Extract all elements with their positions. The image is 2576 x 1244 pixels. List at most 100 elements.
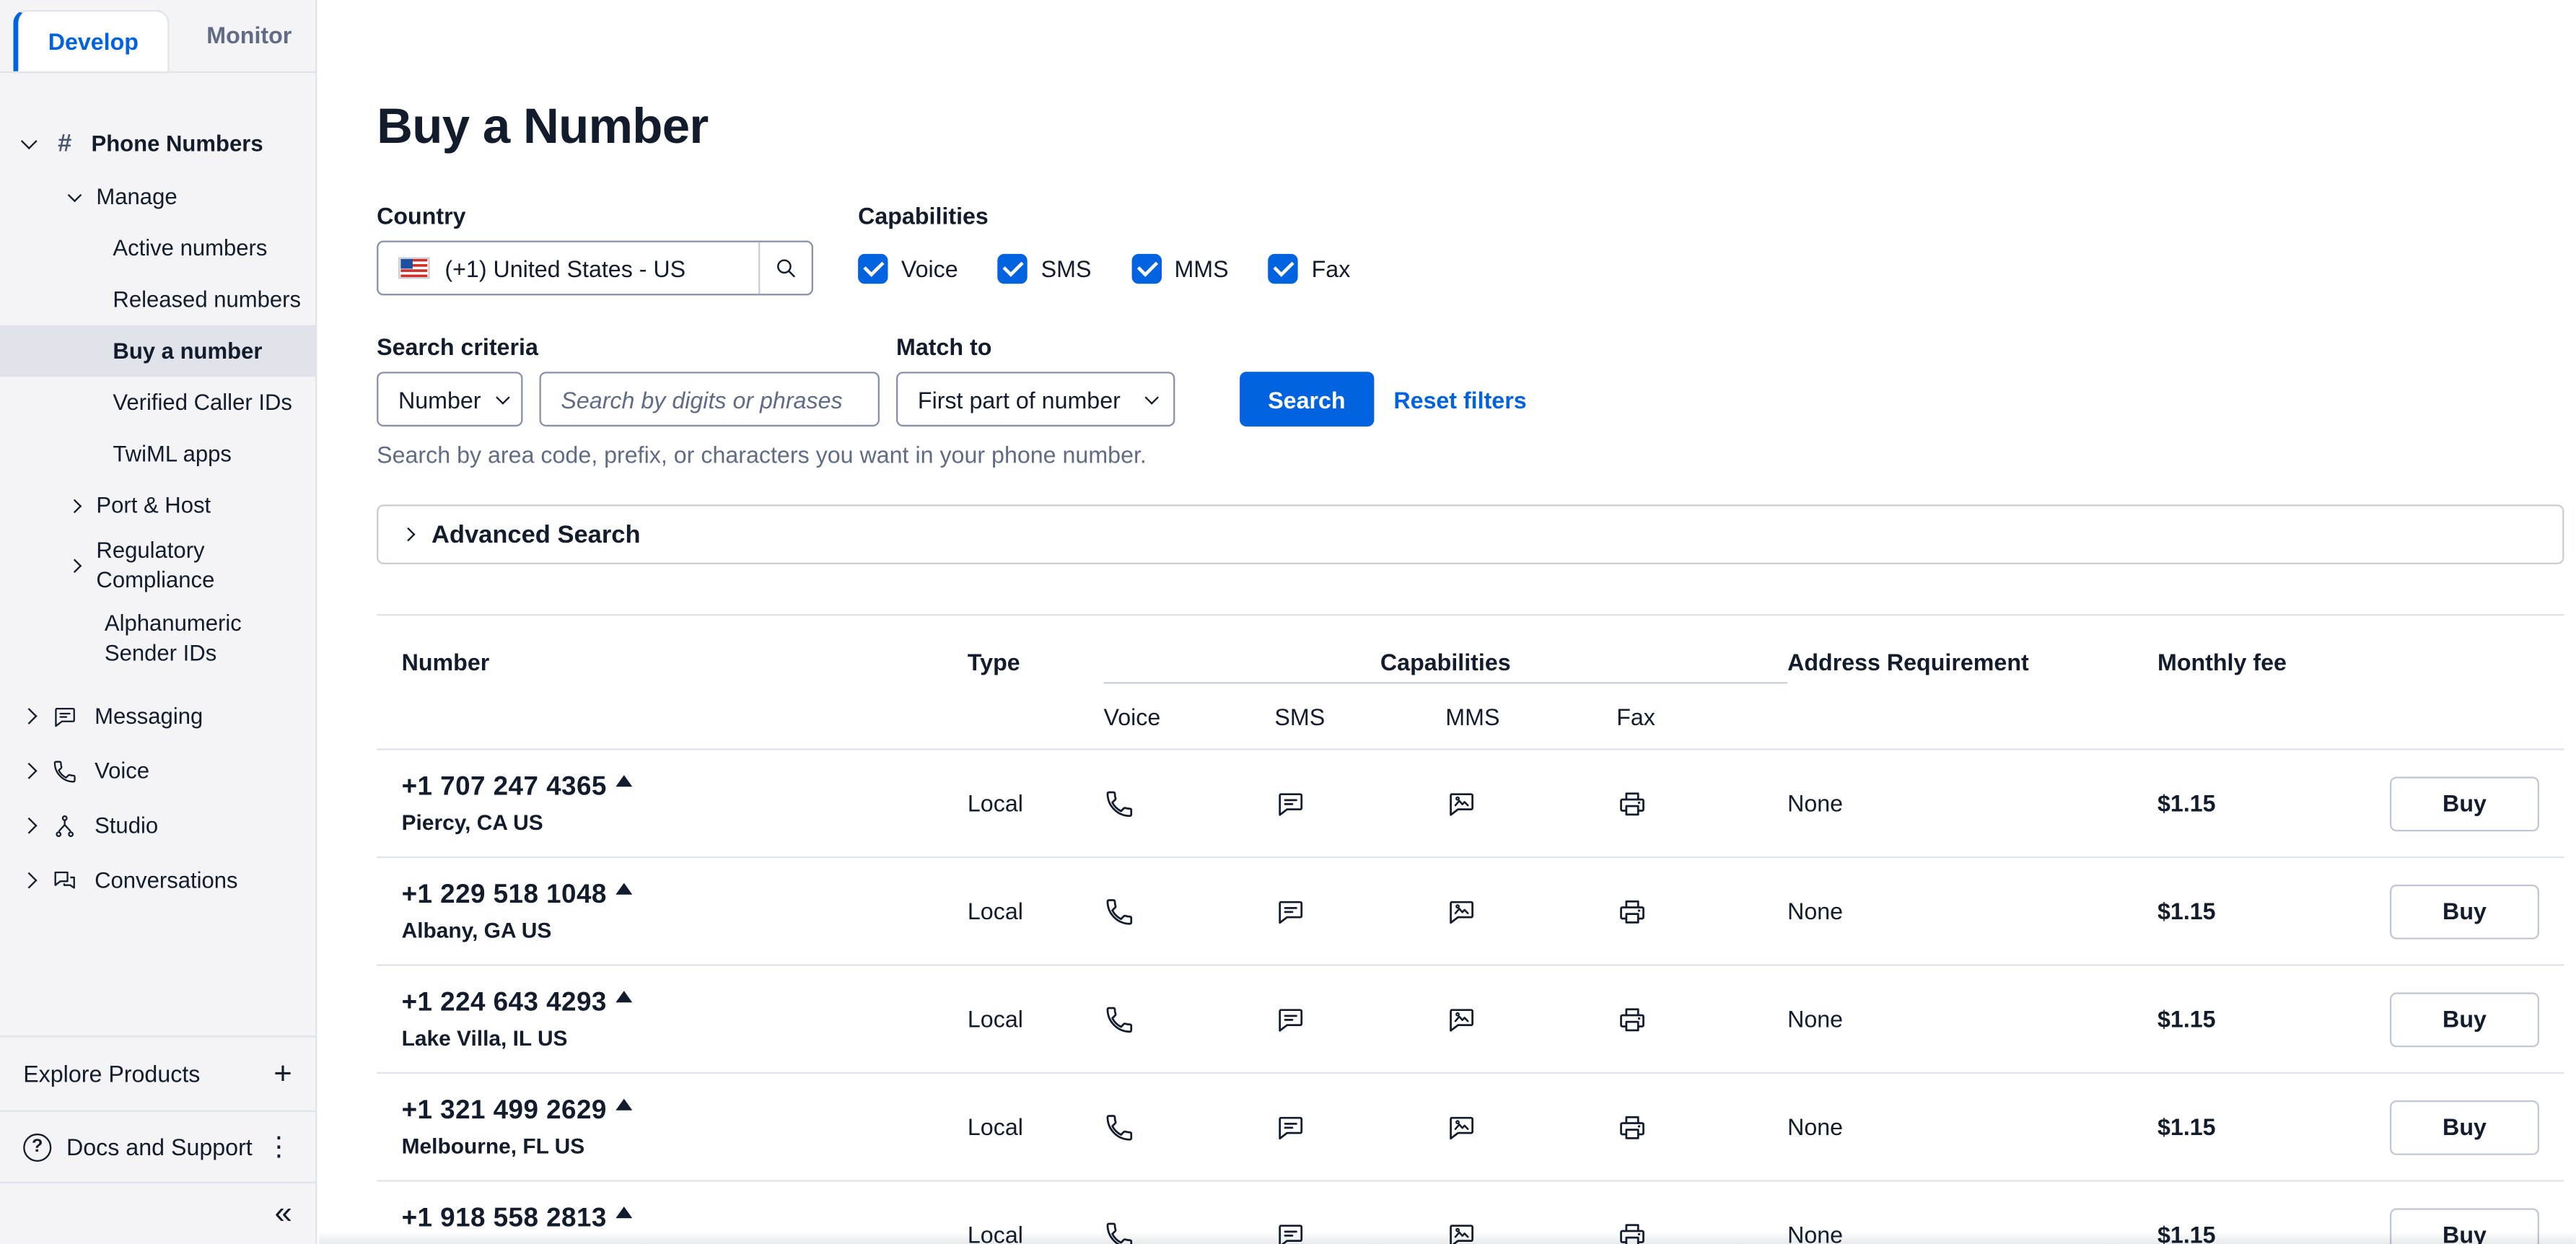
capability-option-sms[interactable]: SMS bbox=[998, 253, 1092, 283]
explore-products-label: Explore Products bbox=[23, 1059, 200, 1089]
column-header-type: Type bbox=[968, 616, 1104, 683]
country-value: (+1) United States - US bbox=[444, 255, 758, 281]
sidebar-item-conversations[interactable]: Conversations bbox=[0, 853, 315, 908]
sidebar-item-label: Buy a number bbox=[113, 336, 262, 365]
sidebar-item-studio[interactable]: Studio bbox=[0, 798, 315, 853]
number-type: Local bbox=[968, 790, 1104, 817]
voice-checkbox[interactable] bbox=[858, 253, 888, 283]
us-flag-icon bbox=[398, 258, 430, 279]
country-select[interactable]: (+1) United States - US bbox=[377, 241, 813, 296]
kebab-menu-icon[interactable]: ⋮ bbox=[266, 1130, 292, 1163]
search-icon bbox=[774, 255, 799, 281]
twilio-console: Develop Monitor # Phone Numbers Manage A… bbox=[0, 0, 2576, 1244]
caret-up-icon[interactable] bbox=[615, 882, 631, 893]
docs-and-support-button[interactable]: ? Docs and Support ⋮ bbox=[0, 1111, 315, 1182]
conversations-icon bbox=[51, 867, 78, 894]
caret-up-icon[interactable] bbox=[615, 990, 631, 1002]
buy-button[interactable]: Buy bbox=[2390, 991, 2539, 1046]
mms-checkbox[interactable] bbox=[1131, 253, 1161, 283]
plus-icon[interactable]: + bbox=[273, 1058, 292, 1090]
advanced-search-label: Advanced Search bbox=[431, 520, 641, 548]
tab-monitor[interactable]: Monitor bbox=[170, 0, 328, 71]
search-criteria-label: Search criteria bbox=[377, 333, 880, 360]
capabilities-field: Capabilities Voice SMS MMS bbox=[858, 203, 1390, 296]
explore-products-button[interactable]: Explore Products + bbox=[0, 1035, 315, 1111]
sidebar-item-label: TwiML apps bbox=[113, 439, 232, 468]
filter-actions: Search Reset filters bbox=[1240, 333, 1527, 426]
sidebar-item-verified-caller-ids[interactable]: Verified Caller IDs bbox=[0, 377, 315, 428]
fax-capability-icon bbox=[1616, 787, 1787, 819]
chevron-right-icon bbox=[68, 499, 82, 513]
fax-checkbox[interactable] bbox=[1269, 253, 1298, 283]
capability-option-fax[interactable]: Fax bbox=[1269, 253, 1350, 283]
filter-row-2: Search criteria Number Match to First pa… bbox=[377, 333, 2564, 426]
criteria-type-select[interactable]: Number bbox=[377, 372, 522, 426]
caret-up-icon[interactable] bbox=[615, 774, 631, 786]
country-field: Country (+1) United States - US bbox=[377, 203, 813, 296]
number-type: Local bbox=[968, 1222, 1104, 1244]
country-search-button[interactable] bbox=[758, 242, 812, 294]
tab-develop[interactable]: Develop bbox=[13, 10, 170, 71]
sidebar-item-buy-a-number[interactable]: Buy a number bbox=[0, 325, 315, 377]
number-location: Lake Villa, IL US bbox=[402, 1025, 968, 1050]
sidebar-item-label: Port & Host bbox=[96, 491, 211, 520]
sidebar-item-voice[interactable]: Voice bbox=[0, 743, 315, 798]
capability-option-voice[interactable]: Voice bbox=[858, 253, 958, 283]
buy-button[interactable]: Buy bbox=[2390, 884, 2539, 939]
sms-checkbox[interactable] bbox=[998, 253, 1028, 283]
chevron-right-icon bbox=[21, 763, 38, 779]
sidebar-collapse-button[interactable]: « bbox=[0, 1182, 315, 1244]
search-button[interactable]: Search bbox=[1240, 372, 1374, 426]
table-row: +1 224 643 4293 Lake Villa, IL US Local … bbox=[377, 966, 2564, 1074]
mms-capability-icon bbox=[1445, 1003, 1616, 1035]
caret-up-icon[interactable] bbox=[615, 1098, 631, 1109]
column-header-fax: Fax bbox=[1616, 684, 1787, 749]
sidebar-item-label: Verified Caller IDs bbox=[113, 388, 292, 417]
table-row: +1 321 499 2629 Melbourne, FL US Local N… bbox=[377, 1074, 2564, 1182]
buy-button[interactable]: Buy bbox=[2390, 776, 2539, 831]
sidebar-item-label: Alphanumeric Sender IDs bbox=[105, 610, 287, 668]
advanced-search-toggle[interactable]: Advanced Search bbox=[377, 504, 2564, 564]
number-cell: +1 321 499 2629 Melbourne, FL US bbox=[377, 1096, 968, 1157]
fax-capability-icon bbox=[1616, 1219, 1787, 1244]
buy-button[interactable]: Buy bbox=[2390, 1100, 2539, 1155]
address-requirement: None bbox=[1787, 790, 2157, 817]
number-cell: +1 229 518 1048 Albany, GA US bbox=[377, 880, 968, 942]
mms-capability-icon bbox=[1445, 895, 1616, 927]
capability-option-mms[interactable]: MMS bbox=[1131, 253, 1229, 283]
phone-number: +1 707 247 4365 bbox=[402, 773, 607, 802]
sidebar-item-alphanumeric-sender-ids[interactable]: Alphanumeric Sender IDs bbox=[0, 601, 315, 678]
table-row: +1 229 518 1048 Albany, GA US Local None… bbox=[377, 858, 2564, 966]
number-cell: +1 918 558 2813 Mcalester, OK US bbox=[377, 1204, 968, 1244]
caret-up-icon[interactable] bbox=[615, 1206, 631, 1217]
sidebar-item-label: Phone Numbers bbox=[92, 129, 263, 158]
capabilities-label: Capabilities bbox=[858, 203, 1390, 229]
sidebar-item-active-numbers[interactable]: Active numbers bbox=[0, 222, 315, 273]
column-header-voice: Voice bbox=[1104, 684, 1275, 749]
sidebar-item-released-numbers[interactable]: Released numbers bbox=[0, 274, 315, 325]
buy-button[interactable]: Buy bbox=[2390, 1207, 2539, 1244]
address-requirement: None bbox=[1787, 898, 2157, 924]
match-to-select[interactable]: First part of number bbox=[896, 372, 1175, 426]
voice-checkbox-label: Voice bbox=[901, 255, 958, 281]
sidebar-item-port-host[interactable]: Port & Host bbox=[0, 480, 315, 531]
sidebar-item-twiml-apps[interactable]: TwiML apps bbox=[0, 428, 315, 479]
sidebar-item-regulatory-compliance[interactable]: Regulatory Compliance bbox=[0, 531, 315, 601]
phone-number: +1 229 518 1048 bbox=[402, 880, 607, 910]
sidebar-item-messaging[interactable]: Messaging bbox=[0, 689, 315, 744]
chevron-right-icon bbox=[21, 708, 38, 724]
sidebar-item-phone-numbers[interactable]: # Phone Numbers bbox=[0, 116, 315, 171]
monthly-fee: $1.15 bbox=[2157, 1222, 2390, 1244]
reset-filters-link[interactable]: Reset filters bbox=[1393, 386, 1526, 413]
mms-capability-icon bbox=[1445, 787, 1616, 819]
sidebar-item-manage[interactable]: Manage bbox=[0, 171, 315, 222]
docs-support-label: Docs and Support bbox=[66, 1131, 253, 1162]
monthly-fee: $1.15 bbox=[2157, 898, 2390, 924]
chevron-down-icon bbox=[68, 188, 82, 202]
search-digits-input[interactable] bbox=[540, 372, 880, 426]
match-to-label: Match to bbox=[896, 333, 1175, 360]
address-requirement: None bbox=[1787, 1006, 2157, 1033]
main-content: Buy a Number Country (+1) United States … bbox=[319, 0, 2576, 1244]
phone-icon bbox=[51, 758, 78, 784]
capabilities-checkboxes: Voice SMS MMS Fax bbox=[858, 241, 1390, 296]
